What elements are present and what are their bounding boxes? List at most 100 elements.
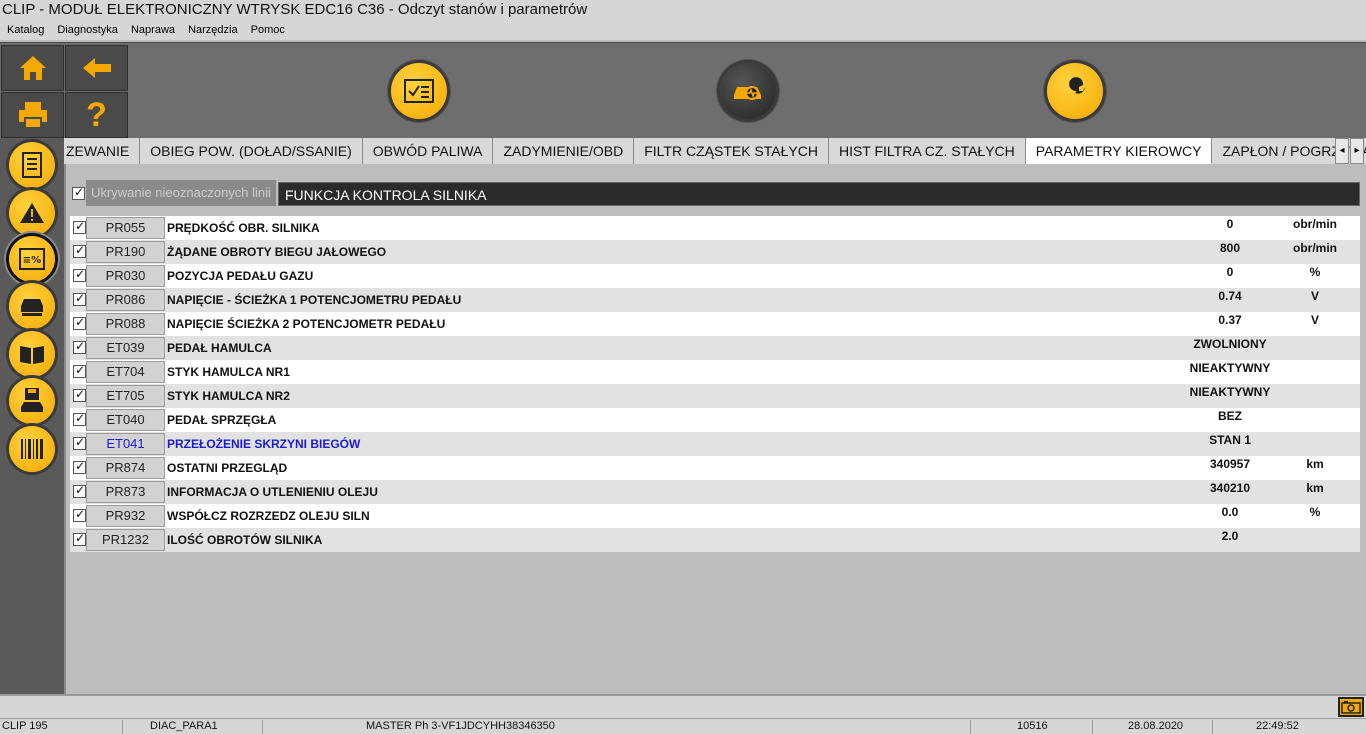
parameter-code-button[interactable]: PR190 <box>86 241 165 263</box>
help-button[interactable]: ? <box>65 92 128 138</box>
tab-zadymienie-obd[interactable]: ZADYMIENIE/OBD <box>493 138 635 164</box>
row-checkbox[interactable] <box>73 483 86 498</box>
parameter-code-button[interactable]: ET040 <box>86 409 165 431</box>
tab-obieg-pow[interactable]: OBIEG POW. (DOŁAD/SSANIE) <box>140 138 363 164</box>
tab-obwod-paliwa[interactable]: OBWÓD PALIWA <box>362 138 494 164</box>
print-button[interactable] <box>1 92 64 138</box>
table-row[interactable]: PR088NAPIĘCIE ŚCIEŻKA 2 POTENCJOMETR PED… <box>70 312 1360 336</box>
parameter-unit: V <box>1310 313 1319 327</box>
row-checkbox[interactable] <box>73 219 86 234</box>
menu-item-katalog[interactable]: Katalog <box>7 24 44 36</box>
row-checkbox[interactable] <box>73 411 86 426</box>
status-mode: DIAC_PARA1 <box>150 720 218 732</box>
table-row[interactable]: ET040PEDAŁ SPRZĘGŁA BEZ <box>70 408 1360 432</box>
toolbar: ? <box>0 42 1366 138</box>
parameter-label: POZYCJA PEDAŁU GAZU <box>167 269 314 283</box>
menu-item-diagnostyka[interactable]: Diagnostyka <box>57 24 118 36</box>
parameter-code-button[interactable]: PR874 <box>86 457 165 479</box>
home-button[interactable] <box>1 45 64 91</box>
checklist-button[interactable] <box>391 63 447 119</box>
table-row[interactable]: ET704STYK HAMULCA NR1 NIEAKTYWNY <box>70 360 1360 384</box>
parameter-value: 0.0 <box>1221 505 1239 519</box>
row-checkbox[interactable] <box>73 435 86 450</box>
table-row[interactable]: PR055PRĘDKOŚĆ OBR. SILNIKA 0 obr/min <box>70 216 1360 240</box>
sidebar-item-save[interactable] <box>9 378 55 424</box>
parameter-code-button[interactable]: PR1232 <box>86 529 165 551</box>
home-icon <box>19 56 46 80</box>
bottom-strip <box>0 694 1366 718</box>
hide-unchecked-checkbox[interactable] <box>72 185 85 200</box>
parameter-label: PEDAŁ HAMULCA <box>167 341 272 355</box>
parameter-label: ILOŚĆ OBROTÓW SILNIKA <box>167 533 323 547</box>
parameter-code-button[interactable]: ET705 <box>86 385 165 407</box>
row-checkbox[interactable] <box>73 363 86 378</box>
screenshot-button[interactable] <box>1338 697 1364 717</box>
parameter-value: 800 <box>1219 241 1241 255</box>
tab-parametry-kierowcy[interactable]: PARAMETRY KIEROWCY <box>1025 138 1213 164</box>
sidebar-item-vehicle[interactable] <box>9 283 55 329</box>
back-arrow-icon <box>82 58 111 78</box>
row-checkbox[interactable] <box>73 459 86 474</box>
sidebar-item-documents[interactable] <box>9 142 55 188</box>
parameter-value: 0.37 <box>1218 313 1242 327</box>
parameter-code-button[interactable]: PR088 <box>86 313 165 335</box>
parameter-code-button[interactable]: PR873 <box>86 481 165 503</box>
sidebar-item-barcode[interactable] <box>9 426 55 472</box>
repair-button[interactable] <box>1047 63 1103 119</box>
tab-bar: ZEWANIE OBIEG POW. (DOŁAD/SSANIE) OBWÓD … <box>64 138 1366 164</box>
sidebar-item-manual[interactable] <box>9 331 55 377</box>
parameter-value: 2.0 <box>1221 529 1239 543</box>
status-clip-version: CLIP 195 <box>2 720 48 732</box>
parameter-code-button[interactable]: ET041 <box>86 433 165 455</box>
row-checkbox[interactable] <box>73 531 86 546</box>
sidebar-item-faults[interactable] <box>9 190 55 236</box>
function-name-field: FUNKCJA KONTROLA SILNIKA <box>278 182 1360 206</box>
row-checkbox[interactable] <box>73 267 86 282</box>
table-row[interactable]: ET041PRZEŁOŻENIE SKRZYNI BIEGÓW STAN 1 <box>70 432 1360 456</box>
tab-filtr-czastek[interactable]: FILTR CZĄSTEK STAŁYCH <box>634 138 829 164</box>
row-checkbox[interactable] <box>73 243 86 258</box>
parameter-label: PEDAŁ SPRZĘGŁA <box>167 413 277 427</box>
parameter-code-button[interactable]: PR932 <box>86 505 165 527</box>
parameter-code-button[interactable]: PR086 <box>86 289 165 311</box>
parameter-code-button[interactable]: PR055 <box>86 217 165 239</box>
row-checkbox[interactable] <box>73 507 86 522</box>
vehicle-diagnostic-button[interactable] <box>720 63 776 119</box>
row-checkbox[interactable] <box>73 339 86 354</box>
table-row[interactable]: PR190ŻĄDANE OBROTY BIEGU JAŁOWEGO 800 obr/… <box>70 240 1360 264</box>
parameter-code-button[interactable]: ET704 <box>86 361 165 383</box>
parameter-value: BEZ <box>1218 409 1242 423</box>
filter-bar: Ukrywanie nieoznaczonych linii FUNKCJA K… <box>70 180 1360 206</box>
sidebar-item-parameters[interactable]: ≡% <box>9 236 55 282</box>
tab-zewanie[interactable]: ZEWANIE <box>64 138 141 164</box>
row-checkbox[interactable] <box>73 387 86 402</box>
parameter-code-button[interactable]: ET039 <box>86 337 165 359</box>
back-button[interactable] <box>65 45 128 91</box>
tab-scroll-right-button[interactable]: ▸ <box>1350 138 1364 164</box>
table-row[interactable]: PR086NAPIĘCIE - ŚCIEŻKA 1 POTENCJOMETRU … <box>70 288 1360 312</box>
table-row[interactable]: PR932WSPÓŁCZ ROZRZEDZ OLEJU SILN 0.0% <box>70 504 1360 528</box>
table-row[interactable]: PR030POZYCJA PEDAŁU GAZU 0% <box>70 264 1360 288</box>
manual-book-icon <box>20 346 44 364</box>
hide-unchecked-button[interactable]: Ukrywanie nieoznaczonych linii <box>86 180 276 206</box>
table-row[interactable]: ET039PEDAŁ HAMULCA ZWOLNIONY <box>70 336 1360 360</box>
menu-item-naprawa[interactable]: Naprawa <box>131 24 175 36</box>
table-row[interactable]: PR1232ILOŚĆ OBROTÓW SILNIKA 2.0 <box>70 528 1360 552</box>
tab-scroll-left-button[interactable]: ◂ <box>1335 138 1349 164</box>
table-row[interactable]: PR874OSTATNI PRZEGLĄD 340957 km <box>70 456 1360 480</box>
wrench-icon <box>1063 77 1085 105</box>
parameter-label: STYK HAMULCA NR1 <box>167 365 290 379</box>
row-checkbox[interactable] <box>73 291 86 306</box>
menu-item-pomoc[interactable]: Pomoc <box>251 24 285 36</box>
table-row[interactable]: ET705STYK HAMULCA NR2 NIEAKTYWNY <box>70 384 1360 408</box>
warning-icon <box>20 203 44 223</box>
parameter-code-button[interactable]: PR030 <box>86 265 165 287</box>
parameter-value: 340957 <box>1209 457 1251 471</box>
parameter-value: ZWOLNIONY <box>1193 337 1267 351</box>
parameter-unit: obr/min <box>1293 241 1337 255</box>
parameters-table: PR055PRĘDKOŚĆ OBR. SILNIKA0obr/minPR190Ż… <box>70 216 1360 552</box>
menu-item-narzedzia[interactable]: Narzędzia <box>188 24 238 36</box>
table-row[interactable]: PR873INFORMACJA O UTLENIENIU OLEJU 340210… <box>70 480 1360 504</box>
tab-hist-filtra[interactable]: HIST FILTRA CZ. STAŁYCH <box>828 138 1026 164</box>
row-checkbox[interactable] <box>73 315 86 330</box>
